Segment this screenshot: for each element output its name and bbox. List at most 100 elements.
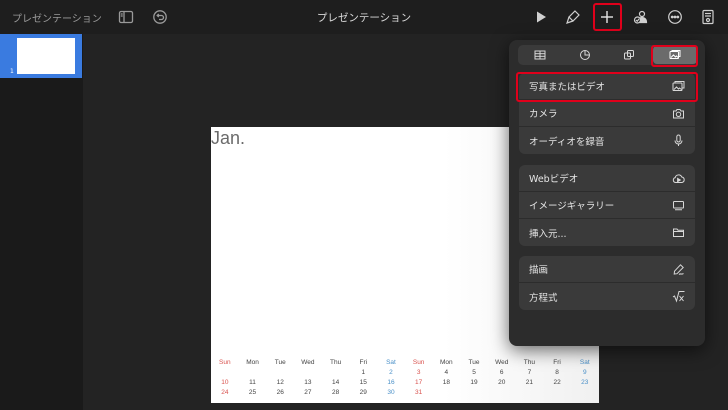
weekday: Wed xyxy=(495,359,509,366)
more-icon[interactable] xyxy=(666,8,684,26)
menu-item-label: Webビデオ xyxy=(529,174,579,185)
slide-navigator: 1 xyxy=(0,34,83,410)
day: 21 xyxy=(525,379,534,386)
add-button-highlight xyxy=(593,3,622,31)
day: 28 xyxy=(331,389,340,396)
day: 26 xyxy=(276,389,284,396)
day: 8 xyxy=(555,369,559,376)
day xyxy=(239,368,267,378)
weekday: Thu xyxy=(523,359,535,366)
day: 29 xyxy=(359,389,367,396)
weekday: Sat xyxy=(386,359,396,366)
day: 16 xyxy=(387,379,395,386)
day: 14 xyxy=(331,379,340,386)
day: 1 xyxy=(361,369,366,376)
calendar: Sun Mon Tue Wed Thu Fri Sat Sun Mon Tue … xyxy=(211,358,599,398)
toolbar: プレゼンテーション プレゼンテーション xyxy=(0,0,728,34)
weekday: Sun xyxy=(412,359,425,366)
weekday: Sat xyxy=(579,359,590,366)
menu-item-equation[interactable]: 方程式 xyxy=(519,283,695,310)
format-brush-icon[interactable] xyxy=(564,8,582,26)
day: 18 xyxy=(442,379,450,386)
day: 30 xyxy=(387,389,395,396)
gallery-icon xyxy=(671,198,685,212)
menu-item-camera[interactable]: カメラ xyxy=(519,100,695,127)
day xyxy=(211,368,239,378)
day xyxy=(322,368,350,378)
day: 5 xyxy=(472,369,476,376)
tab-chart[interactable] xyxy=(563,45,608,65)
web-group: Webビデオ イメージギャラリー 挿入元... xyxy=(519,165,695,246)
day: 19 xyxy=(470,379,478,386)
collaborate-icon[interactable] xyxy=(632,8,650,26)
day: 24 xyxy=(221,389,229,396)
day xyxy=(488,388,516,398)
day xyxy=(433,388,461,398)
calendar-weekdays: Sun Mon Tue Wed Thu Fri Sat Sun Mon Tue … xyxy=(211,358,599,368)
menu-item-label: 挿入元... xyxy=(529,228,567,240)
calendar-week: 10 11 12 13 14 15 16 17 18 19 20 21 22 2… xyxy=(211,378,599,388)
equation-icon xyxy=(671,290,685,304)
cloud-play-icon xyxy=(671,171,685,185)
day xyxy=(294,368,322,378)
menu-item-insert-from[interactable]: 挿入元... xyxy=(519,219,695,246)
day: 7 xyxy=(527,369,532,376)
insert-popover: 写真またはビデオ カメラ オーディオを録音 Webビデオ イメージギャラリー 挿… xyxy=(509,40,705,346)
day xyxy=(516,388,544,398)
weekday: Fri xyxy=(553,359,561,366)
weekday: Tue xyxy=(274,359,286,366)
menu-item-label: 描画 xyxy=(529,265,549,276)
camera-icon xyxy=(671,106,685,120)
slide-thumbnail-page xyxy=(17,38,75,74)
calendar-week: 24 25 26 27 28 29 30 31 xyxy=(211,388,599,398)
day: 11 xyxy=(249,379,256,386)
day: 10 xyxy=(221,379,229,386)
day xyxy=(571,388,599,398)
chart-icon xyxy=(579,50,590,60)
document-icon[interactable] xyxy=(699,8,717,26)
day: 2 xyxy=(389,369,393,376)
shape-icon xyxy=(624,50,635,60)
media-tab-highlight xyxy=(651,45,698,67)
weekday: Mon xyxy=(246,359,259,366)
day xyxy=(266,368,294,378)
weekday: Fri xyxy=(359,359,368,366)
day: 17 xyxy=(415,379,423,386)
play-icon[interactable] xyxy=(532,8,550,26)
photo-or-video-highlight xyxy=(516,72,698,102)
menu-item-drawing[interactable]: 描画 xyxy=(519,256,695,283)
day: 22 xyxy=(553,379,561,386)
day: 27 xyxy=(304,389,312,396)
weekday: Thu xyxy=(329,359,342,366)
menu-item-label: オーディオを録音 xyxy=(529,136,605,148)
menu-item-record-audio[interactable]: オーディオを録音 xyxy=(519,127,695,154)
day: 13 xyxy=(304,379,312,386)
tab-table[interactable] xyxy=(518,45,563,65)
table-icon xyxy=(534,50,546,60)
day: 20 xyxy=(498,379,506,386)
day: 31 xyxy=(415,389,423,396)
menu-item-image-gallery[interactable]: イメージギャラリー xyxy=(519,192,695,219)
slide-thumbnail[interactable]: 1 xyxy=(0,34,82,78)
day: 3 xyxy=(416,369,421,376)
weekday: Mon xyxy=(440,359,453,366)
tab-shape[interactable] xyxy=(607,45,652,65)
day: 25 xyxy=(248,389,257,396)
slide-title[interactable]: Jan. xyxy=(211,128,245,149)
microphone-icon xyxy=(671,134,685,148)
menu-item-web-video[interactable]: Webビデオ xyxy=(519,165,695,192)
day: 23 xyxy=(581,379,589,386)
day xyxy=(460,388,488,398)
menu-item-label: 方程式 xyxy=(529,292,558,304)
day: 15 xyxy=(359,379,367,386)
weekday: Tue xyxy=(468,359,480,366)
drawing-group: 描画 方程式 xyxy=(519,256,695,310)
day: 4 xyxy=(444,369,449,376)
calendar-week: 1 2 3 4 5 6 7 8 9 xyxy=(211,368,599,378)
day: 12 xyxy=(276,379,284,386)
day xyxy=(543,388,571,398)
folder-icon xyxy=(671,226,685,240)
day: 6 xyxy=(499,369,504,376)
day: 9 xyxy=(582,369,587,376)
weekday: Wed xyxy=(301,359,315,366)
